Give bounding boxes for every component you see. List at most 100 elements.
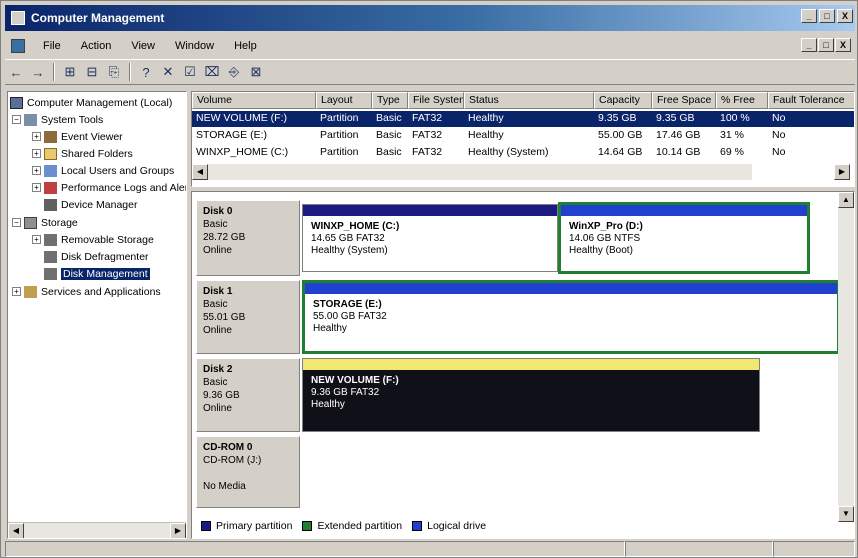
tree-item-computer-management[interactable]: Computer Management (Local): [10, 94, 172, 111]
disk-graphical-view[interactable]: Disk 0 Basic 28.72 GB Online WINXP_HOME …: [191, 191, 855, 539]
extended-partition-swatch: [302, 521, 313, 531]
volume-horizontal-scrollbar[interactable]: ◀: [192, 164, 752, 180]
menu-action[interactable]: Action: [71, 40, 122, 52]
computer-management-icon: [11, 11, 25, 25]
console-tree[interactable]: Computer Management (Local) − System Too…: [7, 91, 187, 539]
up-level-icon[interactable]: ⊟: [81, 62, 103, 82]
explore-icon[interactable]: ⎆: [223, 62, 245, 82]
table-row[interactable]: WINXP_HOME (C:) Partition Basic FAT32 He…: [192, 145, 854, 161]
users-icon: [44, 164, 57, 177]
volume-list[interactable]: Volume Layout Type File System Status Ca…: [191, 91, 855, 187]
toolbar-separator: [53, 63, 55, 81]
scroll-right-icon[interactable]: ▶: [834, 164, 850, 180]
menu-file[interactable]: File: [33, 40, 71, 52]
column-status[interactable]: Status: [464, 92, 594, 109]
partition-c[interactable]: WINXP_HOME (C:) 14.65 GB FAT32 Healthy (…: [302, 204, 558, 272]
expand-icon[interactable]: +: [32, 149, 41, 158]
mdi-restore-button[interactable]: □: [818, 38, 834, 52]
column-volume[interactable]: Volume: [192, 92, 316, 109]
expand-icon[interactable]: +: [12, 287, 21, 296]
disk-0-label[interactable]: Disk 0 Basic 28.72 GB Online: [196, 200, 300, 276]
expand-icon[interactable]: +: [32, 166, 41, 175]
collapse-icon[interactable]: −: [12, 218, 21, 227]
primary-partition-swatch: [201, 521, 211, 531]
tree-item-disk-management[interactable]: Disk Management: [44, 265, 150, 282]
forward-icon[interactable]: →: [27, 62, 49, 82]
tree-item-storage[interactable]: − Storage: [12, 214, 78, 231]
title-bar[interactable]: Computer Management _ □ X: [5, 5, 855, 31]
close-button[interactable]: X: [837, 9, 853, 23]
primary-partition-bar: [303, 205, 557, 216]
scroll-up-icon[interactable]: ▲: [838, 192, 854, 208]
event-viewer-icon: [44, 130, 57, 143]
mdi-close-button[interactable]: X: [835, 38, 851, 52]
column-free-space[interactable]: Free Space: [652, 92, 716, 109]
partition-e[interactable]: STORAGE (E:) 55.00 GB FAT32 Healthy: [302, 280, 840, 354]
tree-item-shared-folders[interactable]: + Shared Folders: [32, 145, 133, 162]
column-file-system[interactable]: File System: [408, 92, 464, 109]
tree-horizontal-scrollbar[interactable]: ◀ ▶: [8, 522, 186, 538]
performance-icon: [44, 181, 57, 194]
partition-f[interactable]: NEW VOLUME (F:) 9.36 GB FAT32 Healthy: [302, 358, 760, 432]
tree-item-event-viewer[interactable]: + Event Viewer: [32, 128, 123, 145]
tree-item-device-manager[interactable]: Device Manager: [44, 196, 137, 213]
column-type[interactable]: Type: [372, 92, 408, 109]
properties-icon[interactable]: ⎘: [103, 62, 125, 82]
check-disk-icon[interactable]: ☑: [179, 62, 201, 82]
column-capacity[interactable]: Capacity: [594, 92, 652, 109]
column-layout[interactable]: Layout: [316, 92, 372, 109]
window-title: Computer Management: [31, 11, 165, 25]
maximize-button[interactable]: □: [819, 9, 835, 23]
partition-bar: [303, 359, 759, 370]
disk-2-label[interactable]: Disk 2 Basic 9.36 GB Online: [196, 358, 300, 432]
mdi-minimize-button[interactable]: _: [801, 38, 817, 52]
menu-view[interactable]: View: [121, 40, 165, 52]
menu-window[interactable]: Window: [165, 40, 224, 52]
expand-icon[interactable]: +: [32, 235, 41, 244]
tree-item-disk-defragmenter[interactable]: Disk Defragmenter: [44, 248, 149, 265]
delete-icon[interactable]: ✕: [157, 62, 179, 82]
disk-view-vertical-scrollbar[interactable]: ▲ ▼: [838, 192, 854, 522]
tree-item-services-applications[interactable]: + Services and Applications: [12, 283, 161, 300]
open-icon[interactable]: ⌧: [201, 62, 223, 82]
show-tree-icon[interactable]: ⊞: [59, 62, 81, 82]
removable-storage-icon: [44, 233, 57, 246]
logical-drive-bar: [305, 283, 837, 294]
storage-icon: [24, 216, 37, 229]
menu-help[interactable]: Help: [224, 40, 267, 52]
disk-1-label[interactable]: Disk 1 Basic 55.01 GB Online: [196, 280, 300, 354]
menu-bar: File Action View Window Help _ □ X: [5, 35, 855, 57]
scroll-right-icon[interactable]: ▶: [170, 523, 186, 538]
status-bar: [5, 541, 855, 557]
table-row[interactable]: NEW VOLUME (F:) Partition Basic FAT32 He…: [192, 111, 854, 127]
tree-item-system-tools[interactable]: − System Tools: [12, 111, 103, 128]
partition-d[interactable]: WinXP_Pro (D:) 14.06 GB NTFS Healthy (Bo…: [558, 202, 810, 274]
expand-icon[interactable]: +: [32, 183, 41, 192]
tree-item-local-users[interactable]: + Local Users and Groups: [32, 162, 174, 179]
volume-list-header: Volume Layout Type File System Status Ca…: [192, 92, 854, 109]
computer-icon: [10, 96, 23, 109]
status-cell-main: [5, 541, 625, 557]
cdrom-0-label[interactable]: CD-ROM 0 CD-ROM (J:) No Media: [196, 436, 300, 508]
logical-drive-swatch: [412, 521, 423, 531]
scroll-left-icon[interactable]: ◀: [192, 164, 208, 180]
help-icon[interactable]: ?: [135, 62, 157, 82]
scroll-down-icon[interactable]: ▼: [838, 506, 854, 522]
legend-primary-partition: Primary partition: [216, 520, 293, 532]
tools-icon: [24, 113, 37, 126]
expand-icon[interactable]: +: [32, 132, 41, 141]
format-icon[interactable]: ⊠: [245, 62, 267, 82]
scroll-left-icon[interactable]: ◀: [8, 523, 24, 538]
collapse-icon[interactable]: −: [12, 115, 21, 124]
tree-item-performance-logs[interactable]: + Performance Logs and Alerts: [32, 179, 186, 196]
legend-logical-drive: Logical drive: [427, 520, 487, 532]
toolbar: ← → ⊞ ⊟ ⎘ ? ✕ ☑ ⌧ ⎆ ⊠: [5, 59, 855, 85]
tree-item-removable-storage[interactable]: + Removable Storage: [32, 231, 154, 248]
system-menu-icon[interactable]: [11, 39, 25, 53]
computer-management-window: Computer Management _ □ X File Action Vi…: [0, 0, 858, 558]
column-fault-tolerance[interactable]: Fault Tolerance: [768, 92, 854, 109]
minimize-button[interactable]: _: [801, 9, 817, 23]
column-percent-free[interactable]: % Free: [716, 92, 768, 109]
back-icon[interactable]: ←: [5, 62, 27, 82]
table-row[interactable]: STORAGE (E:) Partition Basic FAT32 Healt…: [192, 128, 854, 144]
